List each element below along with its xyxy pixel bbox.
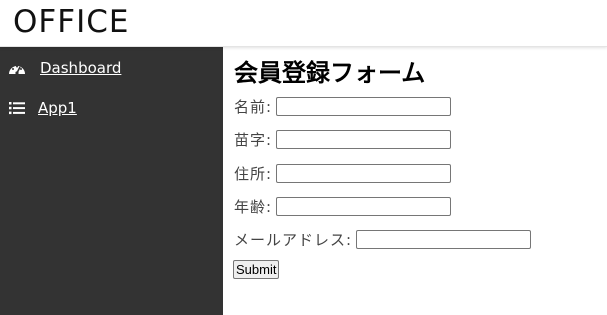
field-row-last-name: 苗字: [234,128,452,150]
sidebar-item-label[interactable]: App1 [38,99,77,117]
email-input[interactable] [356,229,532,249]
field-row-age: 年齢: [234,195,452,217]
field-row-email: メールアドレス: [234,228,532,250]
submit-button[interactable]: Submit [233,260,280,279]
sidebar-item-dashboard[interactable]: Dashboard [0,52,223,84]
field-row-first-name: 名前: [234,95,452,117]
first-name-input[interactable] [276,96,452,116]
address-label: 住所: [234,164,273,183]
main-content: 会員登録フォーム 名前: 苗字: 住所: 年齢: メールアドレス: Submit [223,47,607,315]
age-label: 年齢: [234,197,273,216]
first-name-label: 名前: [234,97,273,116]
top-header: OFFICE [0,0,607,47]
dashboard-gauge-icon [8,60,26,76]
last-name-input[interactable] [276,129,452,149]
sidebar-item-label[interactable]: Dashboard [40,59,121,77]
field-row-address: 住所: [234,162,452,184]
sidebar: Dashboard App1 [0,47,223,315]
last-name-label: 苗字: [234,130,273,149]
form-title: 会員登録フォーム [234,59,426,87]
sidebar-item-app1[interactable]: App1 [0,92,223,124]
address-input[interactable] [276,163,452,183]
age-input[interactable] [276,196,452,216]
brand-title: OFFICE [13,4,130,40]
email-label: メールアドレス: [234,230,353,249]
list-icon [8,100,26,116]
